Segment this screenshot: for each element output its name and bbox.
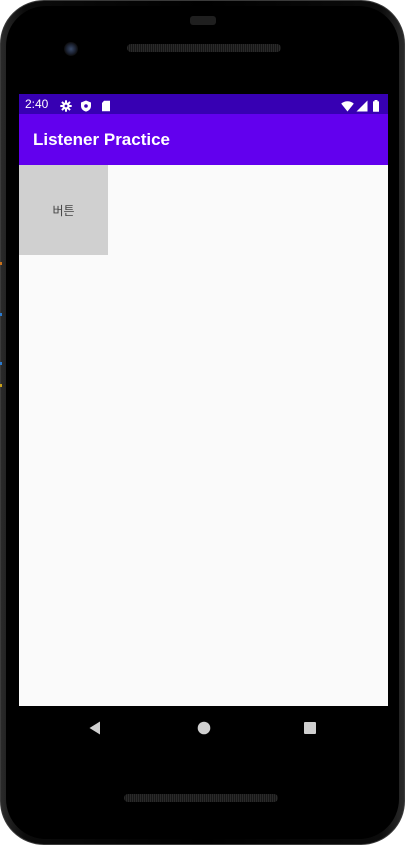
navigation-bar: [19, 706, 388, 750]
shield-icon: [80, 97, 92, 112]
side-mark: [0, 384, 2, 387]
side-mark: [0, 262, 2, 265]
bottom-speaker-grille: [124, 794, 278, 802]
top-speaker-grille: [127, 44, 281, 52]
phone-device-frame: 2:40 Listener Practice 버튼: [0, 0, 405, 845]
side-mark: [0, 362, 2, 365]
wifi-icon: [341, 97, 354, 112]
device-screen: 2:40 Listener Practice 버튼: [19, 94, 388, 706]
home-icon[interactable]: [196, 720, 212, 736]
button[interactable]: 버튼: [19, 165, 108, 255]
app-title: Listener Practice: [33, 130, 171, 149]
earpiece-slot: [190, 16, 216, 25]
battery-icon: [372, 97, 384, 112]
sd-card-icon: [100, 97, 112, 112]
main-content: 버튼: [19, 165, 388, 706]
side-mark: [0, 313, 2, 316]
status-bar: 2:40: [19, 94, 388, 114]
app-bar: Listener Practice: [19, 114, 388, 165]
recents-icon[interactable]: [302, 720, 318, 736]
back-icon[interactable]: [87, 720, 103, 736]
gear-icon: [60, 97, 72, 112]
signal-icon: [356, 97, 368, 112]
front-camera: [64, 42, 78, 56]
status-time: 2:40: [25, 97, 49, 111]
